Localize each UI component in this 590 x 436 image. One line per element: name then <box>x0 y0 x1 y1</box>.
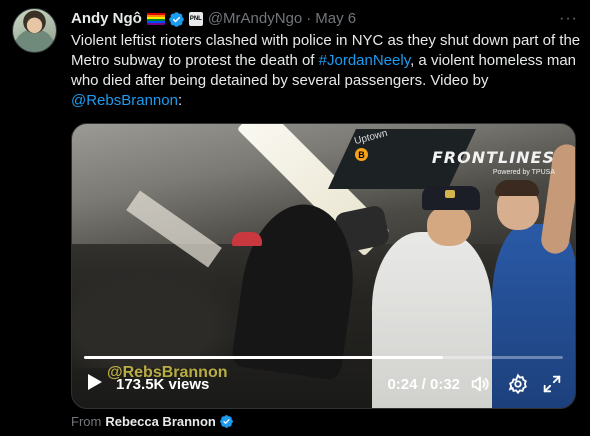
crowd <box>72 258 252 368</box>
tweet-text: Violent leftist rioters clashed with pol… <box>71 31 581 111</box>
avatar[interactable] <box>12 8 57 53</box>
volume-icon[interactable] <box>469 373 491 395</box>
video-progress-bar[interactable] <box>84 356 563 359</box>
play-icon[interactable] <box>88 374 102 390</box>
video-player[interactable]: Uptown B FRONTLINES Powered by TPUSA @Re… <box>71 123 576 409</box>
video-time: 0:24 / 0:32 <box>387 376 460 393</box>
from-label: From <box>71 414 102 429</box>
tweet-date[interactable]: May 6 <box>315 9 356 29</box>
verified-badge-icon <box>219 415 233 428</box>
video-progress-fill <box>84 356 444 359</box>
tweet-text-part3: : <box>177 92 183 109</box>
mention-link[interactable]: @RebsBrannon <box>71 92 178 109</box>
video-controls: 173.5K views 0:24 / 0:32 <box>72 370 575 400</box>
source-account-link[interactable]: Rebecca Brannon <box>105 414 216 429</box>
separator: · <box>306 10 312 27</box>
view-count: 173.5K views <box>116 376 210 393</box>
video-source-attribution: From Rebecca Brannon <box>71 414 234 429</box>
affiliate-badge-icon[interactable]: PNL <box>188 12 203 26</box>
author-handle[interactable]: @MrAndyNgo <box>208 9 302 29</box>
more-options-icon[interactable]: ··· <box>559 9 578 29</box>
hat-badge <box>445 190 455 198</box>
settings-gear-icon[interactable] <box>507 373 529 395</box>
subway-line-icon: B <box>355 148 368 161</box>
officer-hair <box>495 180 539 196</box>
verified-badge-icon <box>169 11 184 27</box>
frontlines-logo: FRONTLINES Powered by TPUSA <box>432 148 555 176</box>
rainbow-flag-icon <box>146 13 165 25</box>
red-cap <box>232 232 262 246</box>
hashtag-link[interactable]: #JordanNeely <box>319 52 410 69</box>
brand-subtitle: Powered by TPUSA <box>492 169 555 176</box>
brand-name: FRONTLINES <box>431 148 555 167</box>
officer-face <box>427 206 471 246</box>
author-name[interactable]: Andy Ngô <box>71 9 142 29</box>
fullscreen-icon[interactable] <box>541 373 563 395</box>
tweet-header: Andy Ngô PNL @MrAndyNgo · May 6 ··· <box>71 9 578 29</box>
